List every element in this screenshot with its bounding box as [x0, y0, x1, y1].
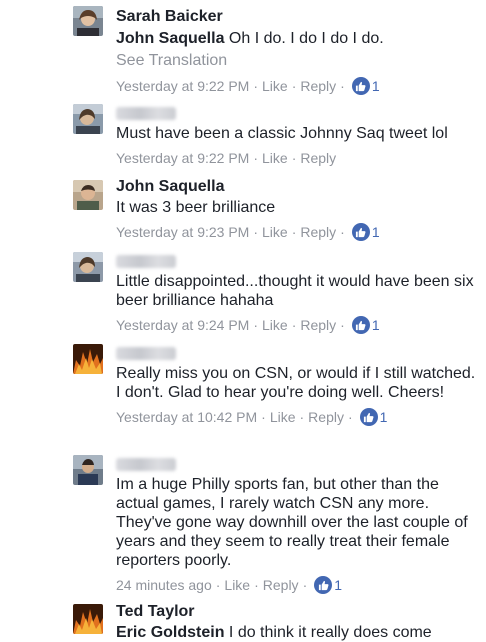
- reply-link[interactable]: Reply: [300, 148, 336, 168]
- like-count[interactable]: 1: [372, 222, 380, 242]
- comment-body: Must have been a classic Johnny Saq twee…: [116, 125, 448, 142]
- comment-body: I do think it really does come: [228, 624, 432, 641]
- comment-body: It was 3 beer brilliance: [116, 199, 276, 216]
- separator: ·: [340, 78, 345, 94]
- comment-body: Really miss you on CSN, or would if I st…: [116, 365, 476, 401]
- separator: ·: [253, 317, 259, 333]
- separator: ·: [253, 224, 259, 240]
- separator: ·: [291, 224, 297, 240]
- separator: ·: [347, 409, 353, 425]
- comment-meta: Yesterday at 10:42 PM · Like · Reply · 1: [116, 407, 480, 427]
- separator: ·: [291, 317, 297, 333]
- like-count[interactable]: 1: [334, 575, 342, 595]
- separator: ·: [253, 150, 259, 166]
- separator: ·: [340, 317, 345, 333]
- hidden-author-name[interactable]: [116, 107, 176, 120]
- hidden-author-name[interactable]: [116, 458, 176, 471]
- separator: ·: [254, 577, 259, 593]
- timestamp[interactable]: Yesterday at 9:22 PM: [116, 76, 249, 96]
- reply-link[interactable]: Reply: [300, 222, 336, 242]
- comment-text: Eric Goldstein I do think it really does…: [116, 623, 480, 642]
- separator: ·: [261, 409, 266, 425]
- like-link[interactable]: Like: [262, 148, 288, 168]
- like-count[interactable]: 1: [372, 315, 380, 335]
- avatar[interactable]: [73, 604, 103, 634]
- like-link[interactable]: Like: [262, 315, 288, 335]
- like-link[interactable]: Like: [224, 575, 250, 595]
- separator: ·: [291, 78, 297, 94]
- separator: ·: [291, 150, 297, 166]
- comment-body: Little disappointed...thought it would h…: [116, 273, 474, 309]
- comment-author[interactable]: John Saquella: [116, 177, 480, 197]
- like-link[interactable]: Like: [270, 407, 296, 427]
- like-count[interactable]: 1: [380, 407, 388, 427]
- comment-meta: Yesterday at 9:22 PM · Like · Reply · 1: [116, 76, 480, 96]
- hidden-author-name[interactable]: [116, 347, 176, 360]
- avatar[interactable]: [73, 180, 103, 210]
- comment-meta: Yesterday at 9:23 PM · Like · Reply · 1: [116, 222, 480, 242]
- avatar[interactable]: [73, 252, 103, 282]
- timestamp[interactable]: 24 minutes ago: [116, 575, 212, 595]
- like-link[interactable]: Like: [262, 76, 288, 96]
- reply-link[interactable]: Reply: [300, 315, 336, 335]
- thumbs-up-icon[interactable]: [351, 316, 370, 334]
- thumbs-up-icon[interactable]: [351, 77, 370, 95]
- comment-meta: Yesterday at 9:24 PM · Like · Reply · 1: [116, 315, 480, 335]
- comment-meta: Yesterday at 9:22 PM · Like · Reply: [116, 148, 480, 168]
- reply-link[interactable]: Reply: [308, 407, 344, 427]
- reply-link[interactable]: Reply: [300, 76, 336, 96]
- timestamp[interactable]: Yesterday at 10:42 PM: [116, 407, 257, 427]
- avatar[interactable]: [73, 6, 103, 36]
- comment-meta: 24 minutes ago · Like · Reply · 1: [116, 575, 480, 595]
- timestamp[interactable]: Yesterday at 9:24 PM: [116, 315, 249, 335]
- like-link[interactable]: Like: [262, 222, 288, 242]
- timestamp[interactable]: Yesterday at 9:23 PM: [116, 222, 249, 242]
- timestamp[interactable]: Yesterday at 9:22 PM: [116, 148, 249, 168]
- thumbs-up-icon[interactable]: [351, 223, 370, 241]
- separator: ·: [340, 224, 345, 240]
- thumbs-up-icon[interactable]: [359, 408, 378, 426]
- see-translation-link[interactable]: See Translation: [116, 51, 480, 71]
- comment-body: Im a huge Philly sports fan, but other t…: [116, 476, 468, 569]
- separator: ·: [253, 78, 259, 94]
- separator: ·: [215, 577, 221, 593]
- avatar[interactable]: [73, 344, 103, 374]
- thumbs-up-icon[interactable]: [314, 576, 333, 594]
- avatar[interactable]: [73, 104, 103, 134]
- reply-mention[interactable]: Eric Goldstein: [116, 624, 224, 641]
- like-count[interactable]: 1: [372, 76, 380, 96]
- separator: ·: [302, 577, 308, 593]
- reply-mention[interactable]: John Saquella: [116, 30, 224, 47]
- hidden-author-name[interactable]: [116, 255, 176, 268]
- comment-body: Oh I do. I do I do I do.: [228, 30, 384, 47]
- comment-author[interactable]: Sarah Baicker: [116, 7, 480, 27]
- comment-text: John Saquella Oh I do. I do I do I do.: [116, 29, 480, 48]
- comment-author[interactable]: Ted Taylor: [116, 602, 480, 622]
- avatar[interactable]: [73, 455, 103, 485]
- separator: ·: [299, 409, 305, 425]
- reply-link[interactable]: Reply: [263, 575, 299, 595]
